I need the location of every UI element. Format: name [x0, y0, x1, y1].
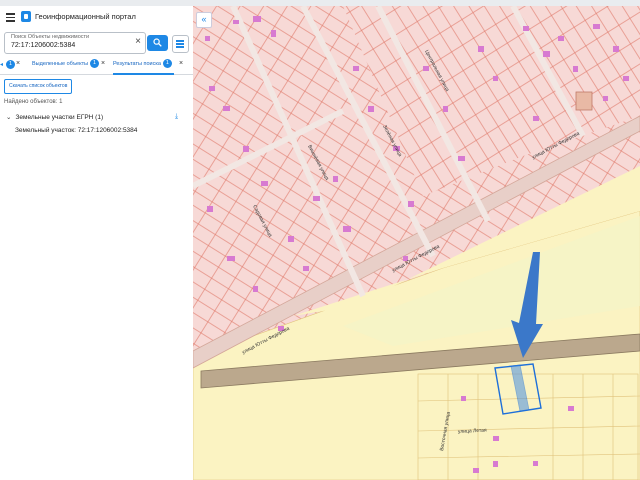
hamburger-menu-icon[interactable]	[6, 13, 15, 22]
portal-logo-icon	[21, 11, 31, 22]
download-icon[interactable]: ⤓	[175, 113, 178, 121]
download-list-button[interactable]: Скачать список объектов	[4, 79, 73, 94]
panel-header: Геоинформационный портал	[0, 6, 193, 28]
search-input[interactable]: Поиск Объекты недвижимости 72:17:1206002…	[4, 32, 146, 54]
map-svg: улица Ютты Федорова улица Ютты Федорова …	[193, 6, 640, 480]
found-count: Найдено объектов: 1	[4, 99, 63, 105]
tab-selected-objects-badge: 1	[90, 59, 100, 69]
close-tab-icon[interactable]: ×	[179, 60, 183, 67]
search-input-value: 72:17:1206002:5384	[11, 42, 76, 49]
app-title: Геоинформационный портал	[35, 12, 136, 21]
search-icon	[153, 38, 162, 47]
tabs-scroll-left-icon[interactable]: ◂	[0, 61, 3, 68]
close-tab-icon[interactable]: ×	[16, 60, 20, 67]
search-input-label: Поиск Объекты недвижимости	[11, 34, 90, 40]
collapse-panel-button[interactable]: «	[196, 12, 212, 28]
tab-search-results[interactable]: Результаты поиска 1	[113, 56, 174, 75]
side-panel	[0, 6, 193, 480]
result-item[interactable]: Земельный участок: 72:17:1206002:5384	[15, 127, 137, 134]
tab-search-results-badge: 1	[162, 59, 172, 69]
results-tabs: ◂ 1 × Выделенные объекты 1 × Результаты п…	[0, 56, 193, 75]
tab-left-badge: 1	[6, 60, 15, 69]
search-button[interactable]	[147, 35, 168, 51]
result-group-header[interactable]: ⌄ Земельные участки ЕГРН (1)	[6, 113, 103, 121]
chevron-down-icon: ⌄	[6, 114, 12, 121]
tab-selected-objects-label: Выделенные объекты	[32, 61, 89, 67]
filter-settings-button[interactable]	[172, 35, 189, 53]
clear-search-icon[interactable]: ×	[135, 37, 141, 47]
result-group-label: Земельные участки ЕГРН (1)	[15, 114, 104, 121]
close-tab-icon[interactable]: ×	[101, 60, 105, 67]
tab-search-results-label: Результаты поиска	[113, 61, 161, 67]
highlighted-building	[575, 91, 593, 111]
map-canvas[interactable]: улица Ютты Федорова улица Ютты Федорова …	[193, 6, 640, 480]
tab-selected-objects[interactable]: Выделенные объекты 1	[32, 56, 100, 73]
